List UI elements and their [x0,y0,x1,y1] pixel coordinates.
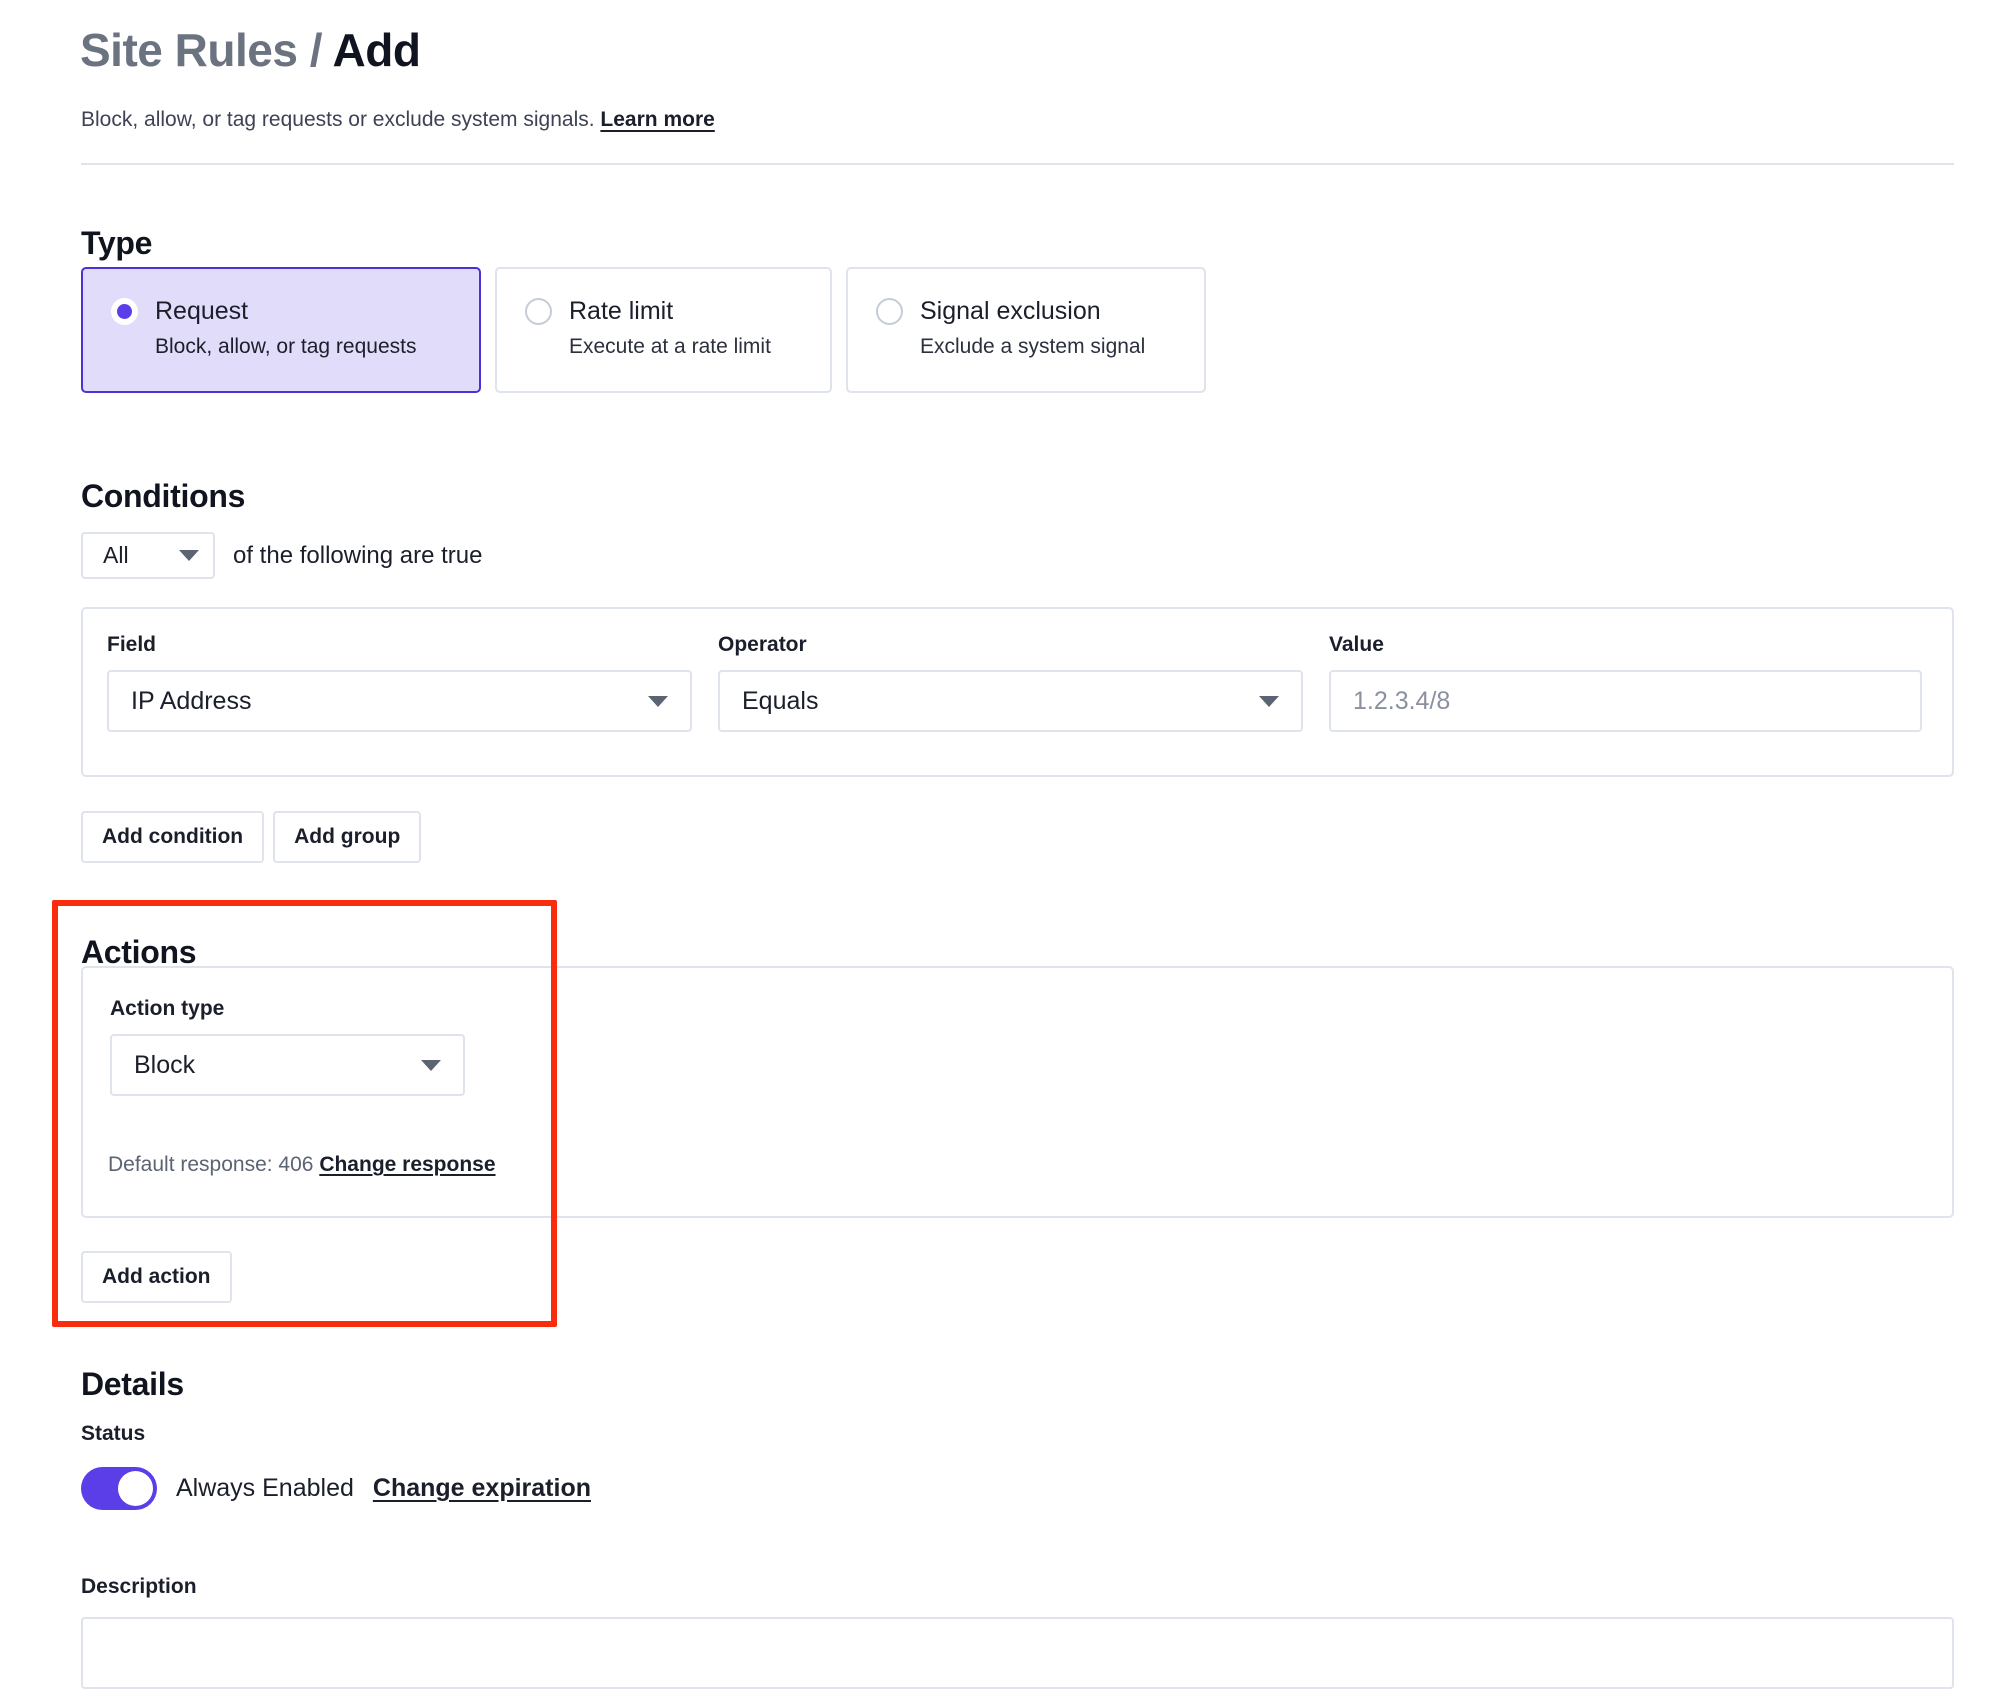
status-row: Always Enabled Change expiration [81,1467,591,1510]
type-option-request-description: Block, allow, or tag requests [155,335,417,358]
condition-row-card: Field IP Address Operator Equals Value 1… [81,607,1954,777]
type-option-signal-exclusion-label: Signal exclusion [920,297,1101,325]
action-buttons: Add action [81,1251,232,1303]
type-option-signal-exclusion-description: Exclude a system signal [920,335,1146,358]
type-option-signal-exclusion[interactable]: Signal exclusion Exclude a system signal [846,267,1206,393]
condition-value-input[interactable]: 1.2.3.4/8 [1329,670,1922,732]
chevron-down-icon [421,1059,441,1071]
page-subtitle: Block, allow, or tag requests or exclude… [81,108,715,132]
action-type-select[interactable]: Block [110,1034,465,1096]
action-type-value: Block [134,1050,196,1079]
type-option-signal-exclusion-header: Signal exclusion [876,297,1174,326]
condition-field-select[interactable]: IP Address [107,670,692,732]
description-label: Description [81,1575,197,1598]
condition-value-label: Value [1329,633,1384,656]
status-label: Status [81,1422,146,1445]
chevron-down-icon [1259,695,1279,707]
type-option-rate-limit[interactable]: Rate limit Execute at a rate limit [495,267,832,393]
action-type-group: Action type Block [110,997,465,1096]
description-input[interactable] [81,1617,1954,1689]
condition-operator-value: Equals [742,686,819,715]
chevron-down-icon [179,550,199,561]
page-title-breadcrumb: Site Rules / [80,24,322,76]
page-subtitle-text: Block, allow, or tag requests or exclude… [81,108,595,131]
condition-field-value: IP Address [131,686,252,715]
condition-operator-label: Operator [718,633,807,656]
radio-checked-icon[interactable] [111,298,138,325]
change-response-link[interactable]: Change response [319,1153,495,1176]
toggle-knob [118,1471,153,1506]
learn-more-link[interactable]: Learn more [600,108,714,131]
radio-unchecked-icon[interactable] [525,298,552,325]
header-divider [81,163,1954,165]
action-row-card: Action type Block [81,966,1954,1218]
type-option-rate-limit-label: Rate limit [569,297,674,325]
chevron-down-icon [648,695,668,707]
conditions-match-select[interactable]: All [81,532,215,579]
type-option-rate-limit-description: Execute at a rate limit [569,335,771,358]
status-value: Always Enabled [176,1474,354,1502]
condition-value-group: Value 1.2.3.4/8 [1329,633,1922,732]
conditions-match-row: All of the following are true [81,532,482,579]
add-action-button[interactable]: Add action [81,1251,232,1303]
type-option-request-header: Request [111,297,449,326]
conditions-match-value: All [103,542,129,568]
type-option-request[interactable]: Request Block, allow, or tag requests [81,267,481,393]
default-response-row: Default response: 406 Change response [108,1153,496,1177]
action-type-label: Action type [110,997,225,1020]
type-section-heading: Type [81,225,153,261]
add-group-button[interactable]: Add group [273,811,422,863]
condition-field-label: Field [107,633,157,656]
change-expiration-link[interactable]: Change expiration [373,1474,591,1503]
default-response-text: Default response: 406 [108,1153,314,1176]
status-toggle[interactable] [81,1467,157,1510]
condition-field-group: Field IP Address [107,633,692,732]
type-option-request-label: Request [155,297,249,325]
type-option-rate-limit-header: Rate limit [525,297,800,326]
condition-buttons: Add condition Add group [81,811,422,863]
page-title: Site Rules / Add [80,24,421,77]
type-options-group: Request Block, allow, or tag requests Ra… [81,267,1206,393]
radio-unchecked-icon[interactable] [876,298,903,325]
page-title-current: Add [332,24,421,76]
details-section-heading: Details [81,1366,184,1402]
site-rules-add-page: Site Rules / Add Block, allow, or tag re… [0,0,2012,1700]
conditions-match-suffix: of the following are true [233,541,483,569]
condition-operator-group: Operator Equals [718,633,1303,732]
condition-operator-select[interactable]: Equals [718,670,1303,732]
add-condition-button[interactable]: Add condition [81,811,265,863]
conditions-section-heading: Conditions [81,478,246,514]
condition-fields: Field IP Address Operator Equals Value 1… [107,633,1922,732]
